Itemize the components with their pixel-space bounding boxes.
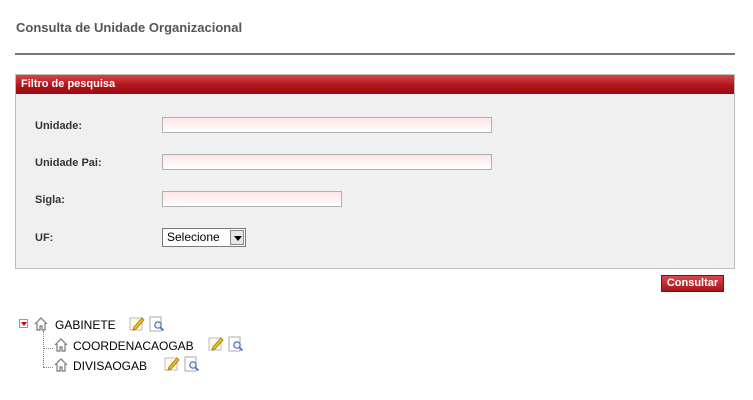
filter-panel: Filtro de pesquisa Unidade: Unidade Pai:… xyxy=(15,74,735,269)
home-icon[interactable] xyxy=(33,316,49,332)
edit-icon[interactable] xyxy=(129,315,145,331)
view-icon[interactable] xyxy=(184,356,200,372)
home-icon[interactable] xyxy=(53,337,69,353)
uf-select-value: Selecione xyxy=(167,230,220,244)
filter-panel-header: Filtro de pesquisa xyxy=(16,75,734,94)
edit-icon[interactable] xyxy=(164,355,180,371)
edit-icon[interactable] xyxy=(208,335,224,351)
tree-connector xyxy=(43,348,53,349)
sigla-input[interactable] xyxy=(162,191,342,207)
unidade-pai-input[interactable] xyxy=(162,154,492,170)
sigla-label: Sigla: xyxy=(35,194,65,206)
consultar-button[interactable]: Consultar xyxy=(661,275,724,292)
unidade-input[interactable] xyxy=(162,117,492,133)
unidade-pai-label: Unidade Pai: xyxy=(35,157,102,169)
home-icon[interactable] xyxy=(53,357,69,373)
uf-select[interactable]: Selecione xyxy=(162,228,246,247)
tree-node-label[interactable]: COORDENACAOGAB xyxy=(73,339,194,353)
uf-label: UF: xyxy=(35,232,54,244)
collapse-toggle-icon[interactable] xyxy=(19,319,28,328)
view-icon[interactable] xyxy=(228,336,244,352)
unidade-label: Unidade: xyxy=(35,120,83,132)
title-divider xyxy=(15,53,735,55)
tree-node-label[interactable]: DIVISAOGAB xyxy=(73,359,147,373)
chevron-down-icon xyxy=(230,230,244,245)
page-title: Consulta de Unidade Organizacional xyxy=(16,20,243,35)
tree-connector xyxy=(43,367,53,368)
view-icon[interactable] xyxy=(149,316,165,332)
tree-connector xyxy=(43,331,44,367)
tree-node-label[interactable]: GABINETE xyxy=(55,318,116,332)
